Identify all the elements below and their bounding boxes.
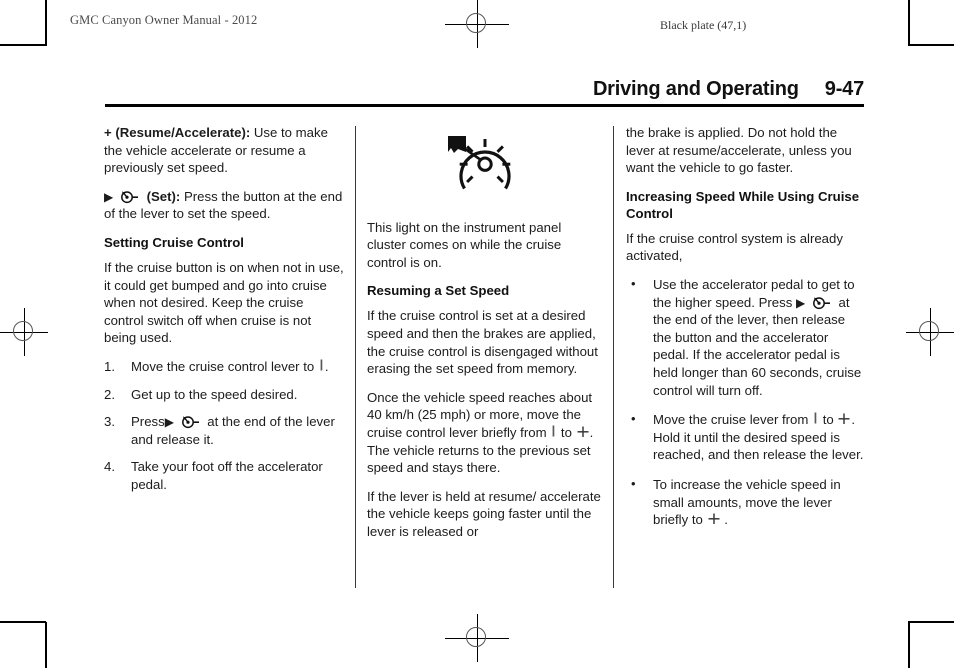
step-2-text: Get up to the speed desired. bbox=[131, 386, 298, 402]
cruise-lever-plus-icon bbox=[576, 425, 590, 439]
registration-mark-left-circle bbox=[13, 321, 33, 341]
step-item: Press▶ at the end of the lever and relea… bbox=[104, 413, 346, 448]
chapter-header: Driving and Operating 9-47 bbox=[105, 78, 864, 108]
step-4-text: Take your foot off the accelerator pedal… bbox=[131, 459, 323, 492]
cruise-lever-plus-icon bbox=[707, 512, 721, 526]
registration-mark-top-circle bbox=[466, 13, 486, 33]
cruise-lever-bar-icon bbox=[812, 412, 819, 426]
paragraph-resume-speed: Once the vehicle speed reaches about 40 … bbox=[367, 389, 603, 477]
heading-setting-cruise-control: Setting Cruise Control bbox=[104, 234, 244, 250]
resume-speed-text-a: Once the vehicle speed reaches about 40 … bbox=[367, 389, 593, 440]
step-1-text: Move the cruise control lever to bbox=[131, 358, 315, 374]
increasing-speed-bullets: Use the accelerator pedal to get to the … bbox=[626, 275, 866, 529]
bullet-1-text-b: at the end of the lever, then release th… bbox=[653, 294, 862, 398]
heading-resuming-a-set-speed: Resuming a Set Speed bbox=[367, 283, 510, 299]
cruise-set-icon bbox=[117, 189, 143, 204]
column-divider-right bbox=[613, 126, 614, 588]
list-item: Move the cruise lever from to . Hold it … bbox=[626, 410, 866, 464]
registration-mark-top bbox=[445, 0, 509, 48]
manual-page: GMC Canyon Owner Manual - 2012 Black pla… bbox=[0, 0, 954, 668]
crop-mark-top-right-vertical bbox=[908, 0, 910, 46]
bullet-2-text-b: to bbox=[822, 412, 834, 428]
triangle-icon: ▶ bbox=[164, 415, 174, 430]
resume-accelerate-lead: + (Resume/Accelerate): bbox=[104, 125, 251, 140]
black-plate-slug: Black plate (47,1) bbox=[660, 18, 747, 32]
column-left: + (Resume/Accelerate): Use to make the v… bbox=[104, 124, 346, 504]
paragraph-brake-continued: the brake is applied. Do not hold the le… bbox=[626, 125, 852, 176]
column-middle: This light on the instrument panel clust… bbox=[367, 124, 603, 552]
bullet-3-text-a: To increase the vehicle speed in small a… bbox=[653, 476, 841, 528]
triangle-icon: ▶ bbox=[104, 189, 114, 204]
chapter-title: Driving and Operating bbox=[592, 78, 799, 100]
bullet-2-text-a: Move the cruise lever from bbox=[653, 412, 809, 428]
paragraph-system-activated: If the cruise control system is already … bbox=[626, 230, 843, 264]
registration-mark-left bbox=[0, 308, 48, 356]
registration-mark-right bbox=[906, 308, 954, 356]
crop-mark-bottom-right-horizontal bbox=[908, 621, 954, 623]
crop-mark-top-left-vertical bbox=[45, 0, 47, 46]
chapter-header-rule bbox=[105, 104, 864, 107]
cruise-lever-bar-icon bbox=[550, 425, 557, 439]
step-item: Take your foot off the accelerator pedal… bbox=[104, 458, 346, 493]
column-right: the brake is applied. Do not hold the le… bbox=[626, 124, 866, 541]
paragraph-lever-held: If the lever is held at resume/ accelera… bbox=[367, 488, 601, 539]
registration-mark-bottom-circle bbox=[466, 627, 486, 647]
step-3-text: Press bbox=[131, 414, 165, 430]
registration-mark-bottom bbox=[445, 614, 509, 662]
column-divider-left bbox=[355, 126, 356, 588]
list-item: Use the accelerator pedal to get to the … bbox=[626, 275, 866, 399]
cruise-lever-bar-icon bbox=[318, 359, 325, 373]
heading-increasing-speed: Increasing Speed While Using Cruise Cont… bbox=[626, 188, 860, 221]
setting-cruise-control-steps: Move the cruise control lever to . Get u… bbox=[104, 358, 346, 494]
triangle-icon: ▶ bbox=[795, 295, 806, 310]
step-1-text-after: . bbox=[324, 358, 329, 374]
paragraph-resume-accelerate: + (Resume/Accelerate): Use to make the v… bbox=[104, 124, 346, 177]
set-lead: (Set): bbox=[146, 188, 181, 204]
paragraph-set: ▶ (Set): Press the button at the end of … bbox=[104, 188, 346, 223]
crop-mark-bottom-left-horizontal bbox=[0, 621, 46, 623]
step-item: Move the cruise control lever to . bbox=[104, 358, 346, 376]
cruise-lever-plus-icon bbox=[837, 412, 851, 426]
paragraph-cruise-warning: If the cruise button is on when not in u… bbox=[104, 259, 344, 346]
paragraph-brakes-applied: If the cruise control is set at a desire… bbox=[367, 308, 598, 377]
crop-mark-bottom-right-vertical bbox=[908, 622, 910, 668]
manual-title-slug: GMC Canyon Owner Manual - 2012 bbox=[70, 13, 258, 27]
page-number: 9-47 bbox=[824, 78, 864, 100]
crop-mark-top-right-horizontal bbox=[908, 44, 954, 46]
registration-mark-right-circle bbox=[919, 321, 939, 341]
crop-mark-bottom-left-vertical bbox=[45, 622, 47, 668]
step-item: Get up to the speed desired. bbox=[104, 386, 346, 404]
cruise-control-telltale-illustration bbox=[367, 130, 603, 201]
resume-speed-text-b: to bbox=[560, 424, 572, 440]
crop-mark-top-left-horizontal bbox=[0, 44, 46, 46]
list-item: To increase the vehicle speed in small a… bbox=[626, 475, 866, 529]
cruise-set-icon bbox=[178, 414, 204, 429]
bullet-3-text-b: . bbox=[724, 512, 728, 528]
paragraph-telltale-description: This light on the instrument panel clust… bbox=[367, 219, 562, 270]
cruise-set-icon bbox=[809, 295, 835, 310]
